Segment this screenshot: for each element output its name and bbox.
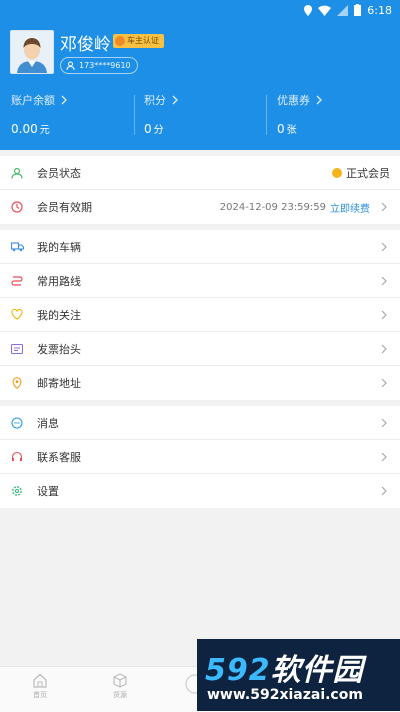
member-expiry-row[interactable]: 会员有效期 2024-12-09 23:59:59 立即续费 — [0, 190, 400, 224]
user-avatar-icon — [11, 31, 53, 73]
chevron-right-icon — [381, 418, 387, 427]
user-name: 邓俊岭 — [60, 35, 111, 55]
message-icon — [11, 416, 23, 429]
chevron-right-icon — [381, 344, 387, 353]
tab-label: 首页 — [33, 691, 47, 699]
stat-points[interactable]: 积分 0分 — [144, 92, 269, 137]
badge-label: 车主认证 — [127, 36, 159, 45]
menu-item-label: 联系客服 — [37, 450, 81, 464]
member-icon — [11, 167, 23, 179]
battery-icon — [354, 4, 362, 16]
tab-label: 货源 — [113, 691, 127, 699]
home-icon — [33, 673, 47, 688]
menu-item-routes[interactable]: 常用路线 — [0, 264, 400, 298]
stat-points-label: 积分 — [144, 94, 166, 107]
signal-icon — [337, 4, 349, 16]
stat-balance-unit: 元 — [39, 125, 50, 136]
member-status-row[interactable]: 会员状态 正式会员 — [0, 156, 400, 190]
stat-points-value: 0 — [144, 122, 152, 136]
location-icon — [12, 377, 22, 389]
person-icon — [66, 61, 75, 70]
menu-item-address[interactable]: 邮寄地址 — [0, 366, 400, 400]
chevron-right-icon — [381, 242, 387, 251]
gear-icon — [12, 486, 22, 496]
menu-item-label: 我的关注 — [37, 308, 81, 322]
status-bar: 6:18 — [304, 3, 392, 17]
medal-icon — [115, 36, 125, 46]
heart-icon — [11, 309, 23, 320]
chevron-right-icon — [381, 452, 387, 461]
menu-item-label: 发票抬头 — [37, 342, 81, 356]
member-expiry-label: 会员有效期 — [37, 201, 92, 214]
menu-item-label: 我的车辆 — [37, 240, 81, 254]
stat-balance-value: 0.00 — [11, 122, 38, 136]
chevron-right-icon — [316, 95, 322, 105]
invoice-icon — [11, 343, 23, 354]
stat-balance-label: 账户余额 — [11, 94, 55, 107]
chevron-right-icon — [61, 95, 67, 105]
watermark-text: 软件园 — [270, 653, 364, 688]
menu-item-messages[interactable]: 消息 — [0, 406, 400, 440]
tab-cargo[interactable]: 货源 — [95, 673, 145, 700]
chevron-right-icon — [381, 276, 387, 285]
avatar[interactable] — [10, 30, 54, 74]
chevron-right-icon — [381, 310, 387, 319]
status-time: 6:18 — [367, 3, 392, 17]
stat-balance[interactable]: 账户余额 0.00 元 — [11, 92, 136, 137]
chevron-right-icon — [172, 95, 178, 105]
truck-icon — [10, 242, 24, 252]
route-icon — [11, 275, 23, 286]
stat-divider — [266, 95, 267, 135]
stat-coupons[interactable]: 优惠券 0张 — [277, 92, 400, 137]
watermark-url: www.592xiazai.com — [207, 687, 363, 703]
stat-divider — [134, 95, 135, 135]
settings-section: 消息 联系客服 设置 — [0, 406, 400, 508]
menu-item-label: 常用路线 — [37, 274, 81, 288]
stat-points-unit: 分 — [153, 125, 164, 136]
member-status-value: 正式会员 — [346, 166, 390, 180]
menu-item-settings[interactable]: 设置 — [0, 474, 400, 508]
menu-item-invoice[interactable]: 发票抬头 — [0, 332, 400, 366]
clock-icon — [11, 201, 23, 213]
profile-header: 6:18 邓俊岭 车主认证 173****9610 账户余额 0.00 元 积分 … — [0, 0, 400, 150]
menu-item-label: 邮寄地址 — [37, 377, 81, 390]
owner-verified-badge[interactable]: 车主认证 — [113, 34, 164, 48]
menu-item-label: 设置 — [37, 485, 59, 498]
menu-section: 我的车辆 常用路线 我的关注 发票抬头 邮寄地址 — [0, 230, 400, 400]
menu-item-support[interactable]: 联系客服 — [0, 440, 400, 474]
crown-icon — [332, 167, 342, 178]
chevron-right-icon — [381, 202, 387, 212]
member-status-label: 会员状态 — [37, 166, 81, 180]
member-expiry-value: 2024-12-09 23:59:59 — [219, 201, 326, 213]
headset-icon — [11, 451, 23, 461]
site-watermark: 592软件园 www.592xiazai.com — [197, 639, 400, 711]
chevron-right-icon — [381, 486, 387, 496]
phone-pill: 173****9610 — [60, 57, 138, 74]
chevron-right-icon — [381, 378, 387, 388]
tab-home[interactable]: 首页 — [15, 673, 65, 700]
membership-section: 会员状态 正式会员 会员有效期 2024-12-09 23:59:59 立即续费 — [0, 156, 400, 224]
menu-item-label: 消息 — [37, 416, 59, 430]
menu-item-follows[interactable]: 我的关注 — [0, 298, 400, 332]
stat-coupons-unit: 张 — [286, 125, 297, 136]
stat-coupons-value: 0 — [277, 122, 285, 136]
watermark-logo: 592软件园 — [205, 645, 364, 689]
wifi-icon — [318, 5, 332, 16]
box-icon — [113, 673, 127, 688]
renew-link[interactable]: 立即续费 — [330, 200, 370, 215]
location-status-icon — [304, 4, 313, 16]
phone-number: 173****9610 — [79, 61, 131, 70]
menu-item-vehicles[interactable]: 我的车辆 — [0, 230, 400, 264]
stat-coupons-label: 优惠券 — [277, 94, 310, 107]
watermark-number: 592 — [205, 653, 271, 688]
